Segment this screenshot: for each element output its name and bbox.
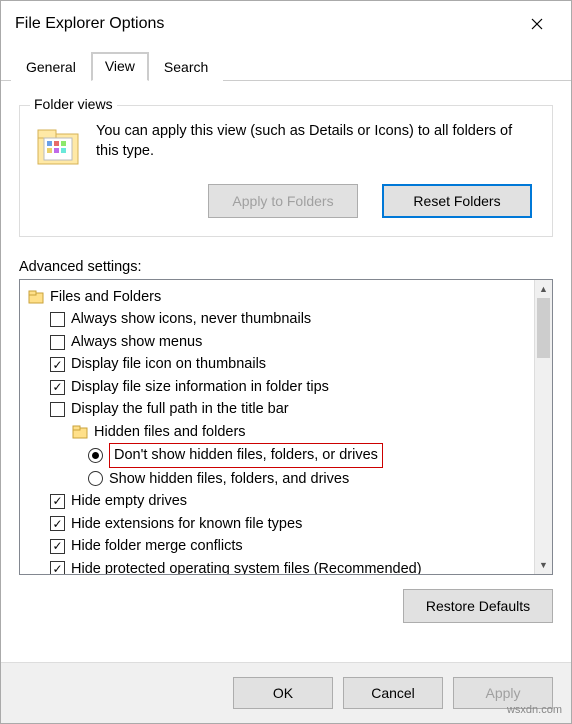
checkbox-icon[interactable]	[50, 561, 65, 574]
tree-item[interactable]: Display the full path in the title bar	[22, 398, 532, 420]
radio-icon[interactable]	[88, 471, 103, 486]
scroll-track[interactable]	[535, 298, 552, 556]
advanced-settings-tree[interactable]: Files and Folders Always show icons, nev…	[19, 279, 553, 575]
tree-list: Files and Folders Always show icons, nev…	[20, 280, 534, 574]
checkbox-icon[interactable]	[50, 402, 65, 417]
tree-item[interactable]: Always show icons, never thumbnails	[22, 308, 532, 330]
titlebar: File Explorer Options	[1, 1, 571, 47]
folder-views-group: Folder views You can apply this view (su…	[19, 105, 553, 237]
tab-view[interactable]: View	[91, 52, 149, 81]
apply-to-folders-button: Apply to Folders	[208, 184, 358, 218]
tree-root-label: Files and Folders	[50, 286, 161, 308]
tree-root[interactable]: Files and Folders	[22, 286, 532, 308]
checkbox-icon[interactable]	[50, 494, 65, 509]
radio-icon[interactable]	[88, 448, 103, 463]
checkbox-icon[interactable]	[50, 312, 65, 327]
scroll-up-button[interactable]: ▲	[535, 280, 552, 298]
ok-button[interactable]: OK	[233, 677, 333, 709]
dialog-buttons: OK Cancel Apply	[1, 662, 571, 723]
scrollbar[interactable]: ▲ ▼	[534, 280, 552, 574]
dialog-window: File Explorer Options General View Searc…	[0, 0, 572, 724]
folder-icon	[72, 424, 88, 440]
checkbox-icon[interactable]	[50, 539, 65, 554]
folder-icon	[28, 289, 44, 305]
tree-item[interactable]: Hide extensions for known file types	[22, 513, 532, 535]
cancel-button[interactable]: Cancel	[343, 677, 443, 709]
folder-views-label: Folder views	[30, 96, 117, 112]
tree-item[interactable]: Hide empty drives	[22, 490, 532, 512]
scroll-thumb[interactable]	[537, 298, 550, 358]
close-icon	[531, 18, 543, 30]
tab-general[interactable]: General	[11, 52, 91, 81]
folder-icon	[34, 122, 82, 170]
watermark: wsxdn.com	[507, 704, 562, 716]
advanced-settings-label: Advanced settings:	[19, 259, 553, 275]
checkbox-icon[interactable]	[50, 380, 65, 395]
folder-views-description: You can apply this view (such as Details…	[96, 122, 538, 161]
checkbox-icon[interactable]	[50, 516, 65, 531]
tree-subgroup-label: Hidden files and folders	[94, 421, 246, 443]
tree-radio-item[interactable]: Show hidden files, folders, and drives	[22, 468, 532, 490]
tree-item[interactable]: Hide protected operating system files (R…	[22, 558, 532, 574]
window-title: File Explorer Options	[15, 15, 164, 33]
tab-content: Folder views You can apply this view (su…	[1, 81, 571, 662]
tree-item[interactable]: Display file size information in folder …	[22, 376, 532, 398]
highlighted-option: Don't show hidden files, folders, or dri…	[109, 443, 383, 467]
reset-folders-button[interactable]: Reset Folders	[382, 184, 532, 218]
tab-search[interactable]: Search	[149, 52, 223, 81]
tree-subgroup[interactable]: Hidden files and folders	[22, 421, 532, 443]
scroll-down-button[interactable]: ▼	[535, 556, 552, 574]
tree-item[interactable]: Always show menus	[22, 331, 532, 353]
checkbox-icon[interactable]	[50, 357, 65, 372]
tree-item[interactable]: Hide folder merge conflicts	[22, 535, 532, 557]
checkbox-icon[interactable]	[50, 335, 65, 350]
restore-defaults-button[interactable]: Restore Defaults	[403, 589, 553, 623]
close-button[interactable]	[517, 9, 557, 39]
tree-radio-item[interactable]: Don't show hidden files, folders, or dri…	[22, 443, 532, 467]
tab-strip: General View Search	[1, 51, 571, 81]
tree-item[interactable]: Display file icon on thumbnails	[22, 353, 532, 375]
